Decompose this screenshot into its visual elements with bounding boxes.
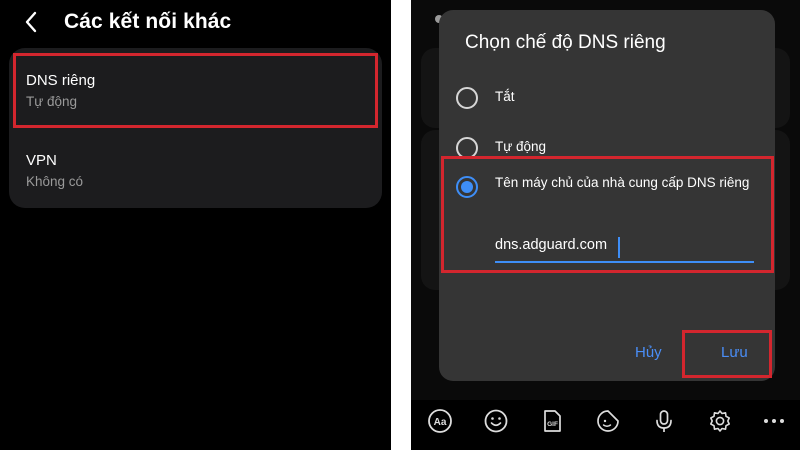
emoji-icon[interactable] — [483, 408, 509, 434]
svg-text:GIF: GIF — [547, 421, 558, 428]
gif-icon[interactable]: GIF — [539, 408, 565, 434]
other-connections-screen: Các kết nối khác DNS riêng Tự động VPN K… — [0, 0, 391, 450]
highlight-box — [682, 330, 772, 378]
option-off[interactable]: Tắt — [439, 76, 775, 120]
cancel-button[interactable]: Hủy — [635, 344, 662, 361]
radio-button[interactable] — [456, 87, 478, 109]
option-label: Tự động — [495, 139, 547, 154]
list-item-subtitle: Không có — [26, 174, 84, 189]
back-button[interactable] — [18, 8, 46, 36]
highlight-box — [13, 53, 378, 128]
page-title: Các kết nối khác — [64, 10, 232, 33]
back-arrow-icon — [25, 11, 37, 33]
microphone-icon[interactable] — [651, 408, 677, 434]
highlight-box — [441, 156, 774, 273]
settings-icon[interactable] — [707, 408, 733, 434]
dialog-title: Chọn chế độ DNS riêng — [465, 32, 666, 53]
list-item-title: VPN — [26, 152, 57, 169]
list-item-vpn[interactable]: VPN Không có — [9, 128, 382, 208]
svg-text:Aa: Aa — [434, 417, 447, 428]
text-style-icon[interactable]: Aa — [427, 408, 453, 434]
keyboard-toolbar: Aa GIF — [411, 400, 800, 450]
more-icon[interactable] — [761, 408, 787, 434]
option-label: Tắt — [495, 89, 515, 104]
private-dns-screen: Chọn chế độ DNS riêng Tắt Tự động Tên má… — [411, 0, 800, 450]
sticker-icon[interactable] — [595, 408, 621, 434]
